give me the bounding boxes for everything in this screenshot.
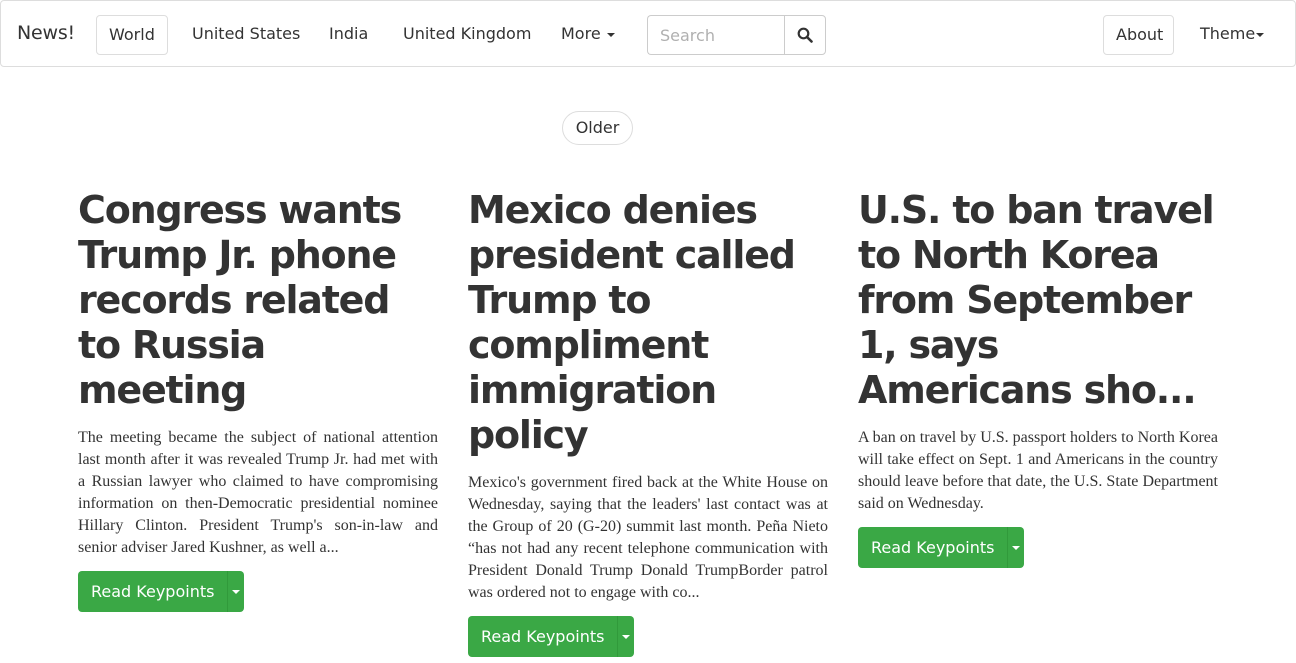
read-keypoints-button-group: Read Keypoints <box>858 527 1024 568</box>
article-summary: The meeting became the subject of nation… <box>78 429 438 556</box>
nav-item-more-dropdown[interactable]: More <box>549 15 627 55</box>
read-keypoints-button[interactable]: Read Keypoints <box>858 527 1009 568</box>
nav-item-india[interactable]: India <box>317 15 380 55</box>
top-navbar: News! World United States India United K… <box>0 0 1296 67</box>
nav-item-label: Theme <box>1200 24 1256 43</box>
article-card: U.S. to ban travel to North Korea from S… <box>858 188 1218 568</box>
nav-item-theme-dropdown[interactable]: Theme <box>1188 15 1276 55</box>
article-headline[interactable]: Congress wants Trump Jr. phone records r… <box>78 188 438 413</box>
older-button[interactable]: Older <box>562 111 633 145</box>
keypoints-dropdown-toggle[interactable] <box>228 571 244 612</box>
nav-item-label: United States <box>192 24 301 43</box>
article-headline[interactable]: U.S. to ban travel to North Korea from S… <box>858 188 1218 413</box>
nav-item-label: More <box>561 24 601 43</box>
search-button[interactable] <box>784 15 826 55</box>
nav-item-about[interactable]: About <box>1103 15 1174 55</box>
read-keypoints-button-group: Read Keypoints <box>78 571 244 612</box>
nav-item-label: World <box>109 25 155 44</box>
read-keypoints-button-group: Read Keypoints <box>468 616 634 657</box>
caret-down-icon <box>1012 545 1021 550</box>
article-summary: A ban on travel by U.S. passport holders… <box>858 429 1218 512</box>
article-card: Congress wants Trump Jr. phone records r… <box>78 188 438 612</box>
read-keypoints-button[interactable]: Read Keypoints <box>78 571 229 612</box>
caret-down-icon <box>622 634 631 639</box>
caret-down-icon <box>606 32 615 37</box>
brand-logo[interactable]: News! <box>17 22 75 44</box>
article-summary: Mexico's government fired back at the Wh… <box>468 474 828 601</box>
nav-item-united-states[interactable]: United States <box>180 15 312 55</box>
article-headline[interactable]: Mexico denies president called Trump to … <box>468 188 828 458</box>
nav-item-label: India <box>329 24 369 43</box>
search-input[interactable] <box>647 15 785 55</box>
caret-down-icon <box>232 589 241 594</box>
keypoints-dropdown-toggle[interactable] <box>618 616 634 657</box>
caret-down-icon <box>1256 32 1265 37</box>
nav-item-label: United Kingdom <box>403 24 532 43</box>
nav-item-world[interactable]: World <box>96 15 168 55</box>
nav-item-label: About <box>1116 25 1164 44</box>
article-card: Mexico denies president called Trump to … <box>468 188 828 657</box>
search-icon <box>797 27 813 43</box>
nav-item-united-kingdom[interactable]: United Kingdom <box>391 15 543 55</box>
keypoints-dropdown-toggle[interactable] <box>1008 527 1024 568</box>
search-form <box>647 15 826 55</box>
read-keypoints-button[interactable]: Read Keypoints <box>468 616 619 657</box>
